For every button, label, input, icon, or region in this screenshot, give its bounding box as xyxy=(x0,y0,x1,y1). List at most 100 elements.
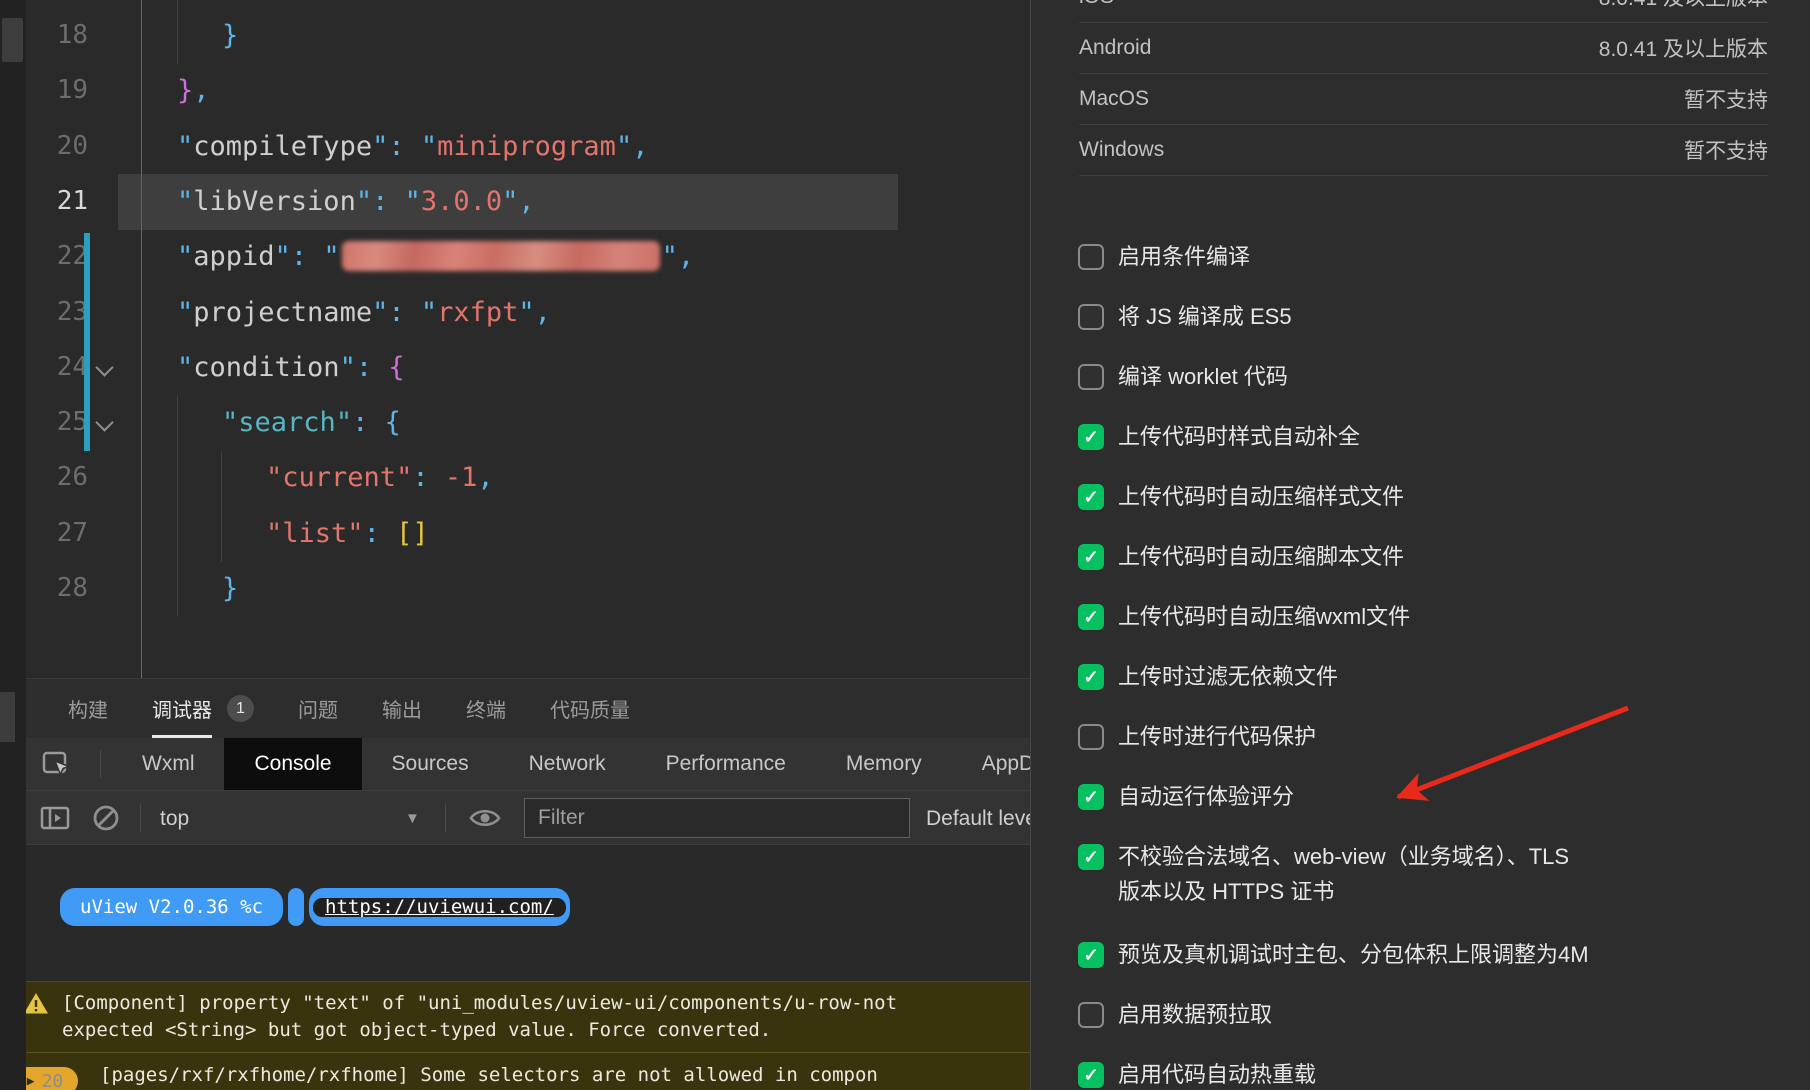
devtools-tab-console[interactable]: Console xyxy=(224,738,362,790)
checkbox[interactable]: ✓ xyxy=(1078,664,1104,690)
support-table-row: Windows 暂不支持 xyxy=(1079,125,1768,176)
code-token: " xyxy=(372,130,389,162)
clear-console-icon[interactable] xyxy=(92,804,120,832)
code-token: : xyxy=(372,185,405,217)
code-token: { xyxy=(388,351,405,383)
code-token: : xyxy=(290,241,324,273)
redacted-appid-value xyxy=(341,241,660,272)
toolbar-divider xyxy=(445,804,446,832)
bottom-tab-调试器[interactable]: 调试器 1 xyxy=(152,679,254,738)
code-token: , xyxy=(677,241,695,273)
code-token: " xyxy=(372,296,389,328)
option-label: 上传代码时自动压缩样式文件 xyxy=(1118,484,1405,509)
bottom-tab-问题[interactable]: 问题 xyxy=(298,679,338,738)
bottom-tab-输出[interactable]: 输出 xyxy=(382,679,422,738)
option-label: 版本以及 HTTPS 证书 xyxy=(1118,879,1335,904)
checkbox[interactable]: ✓ xyxy=(1078,1062,1104,1088)
code-text: "appid": " ", xyxy=(0,229,1030,284)
checkbox[interactable] xyxy=(1078,244,1104,270)
code-token: " xyxy=(661,241,678,273)
option-label: 上传时进行代码保护 xyxy=(1118,724,1317,749)
devtools-tab-sources[interactable]: Sources xyxy=(362,738,499,790)
platform-support-value: 8.0.41 及以上版本 xyxy=(1598,38,1768,61)
code-token: condition xyxy=(193,351,340,383)
code-token: " xyxy=(177,241,194,273)
code-token: : xyxy=(388,130,421,162)
code-token: , xyxy=(477,462,494,494)
platform-support-table: iOS 8.0.41 及以上版本 Android 8.0.41 及以上版本 MacOS 暂… xyxy=(1031,0,1810,176)
project-settings-panel: iOS 8.0.41 及以上版本 Android 8.0.41 及以上版本 MacOS 暂… xyxy=(1030,0,1810,1090)
inspect-element-icon[interactable] xyxy=(40,748,72,780)
devtools-tab-memory[interactable]: Memory xyxy=(816,738,952,790)
code-line[interactable]: 27 "list": [] xyxy=(0,506,1030,561)
code-token: -1 xyxy=(444,462,478,494)
log-level-selector[interactable]: Default levels xyxy=(926,791,1030,846)
bottom-tab-label: 调试器 xyxy=(152,679,212,738)
filter-input[interactable] xyxy=(524,798,910,838)
bottom-tab-代码质量[interactable]: 代码质量 xyxy=(550,679,630,738)
bottom-tab-label: 代码质量 xyxy=(550,700,630,722)
console-warning-message[interactable]: ▶ 20 [pages/rxf/rxfhome/rxfhome] Some sele… xyxy=(0,1053,1030,1090)
code-token: " xyxy=(502,185,519,217)
bottom-panel-tabbar: 构建 调试器 1 问题 输出 终端 代码质量 xyxy=(0,678,1030,738)
devtools-tab-appdata[interactable]: AppData xyxy=(952,738,1030,790)
code-line[interactable]: 21 "libVersion": "3.0.0", xyxy=(0,174,1030,229)
code-line[interactable]: 23 "projectname": "rxfpt", xyxy=(0,285,1030,340)
checkbox[interactable] xyxy=(1078,304,1104,330)
option-label: 启用数据预拉取 xyxy=(1118,1002,1273,1027)
checkbox[interactable] xyxy=(1078,1002,1104,1028)
eye-icon[interactable] xyxy=(468,806,502,830)
code-token: " xyxy=(177,351,194,383)
checkbox[interactable]: ✓ xyxy=(1078,784,1104,810)
scrollbar-thumb[interactable] xyxy=(0,692,15,742)
chevron-down-icon[interactable]: ▼ xyxy=(405,791,420,846)
code-text: "projectname": "rxfpt", xyxy=(0,285,1030,340)
code-editor[interactable]: 18} 19}, 20 "compileType": "miniprogram", 21… xyxy=(0,0,1030,678)
bottom-tab-构建[interactable]: 构建 xyxy=(68,679,108,738)
code-token: } xyxy=(222,573,239,604)
code-line[interactable]: 25 "search": { xyxy=(0,395,1030,450)
checkbox[interactable]: ✓ xyxy=(1078,424,1104,450)
console-warning-message[interactable]: [Component] property "text" of "uni_modu… xyxy=(0,982,1030,1053)
code-token: 3.0.0 xyxy=(420,185,503,217)
checkbox[interactable]: ✓ xyxy=(1078,484,1104,510)
bottom-tab-label: 输出 xyxy=(382,700,422,722)
code-line[interactable]: 20 "compileType": "miniprogram", xyxy=(0,119,1030,174)
checkbox[interactable]: ✓ xyxy=(1078,942,1104,968)
checkbox[interactable]: ✓ xyxy=(1078,604,1104,630)
uview-link[interactable]: https://uviewui.com/ xyxy=(325,896,554,918)
checkbox[interactable]: ✓ xyxy=(1078,844,1104,870)
code-line[interactable]: 18} xyxy=(0,8,1030,63)
platform-label: Windows xyxy=(1079,138,1165,161)
devtools-tab-wxml[interactable]: Wxml xyxy=(112,738,224,790)
bottom-tab-label: 构建 xyxy=(68,700,108,722)
code-line[interactable]: 22 "appid": " ", xyxy=(0,229,1030,284)
editor-debugger-pane: 18} 19}, 20 "compileType": "miniprogram", 21… xyxy=(0,0,1030,1090)
checkbox[interactable] xyxy=(1078,364,1104,390)
left-edge-strip xyxy=(0,0,26,1090)
expand-triangle-icon[interactable]: ▶ xyxy=(27,1074,35,1089)
code-line[interactable]: 24 "condition": { xyxy=(0,340,1030,395)
bottom-tab-终端[interactable]: 终端 xyxy=(466,679,506,738)
console-log-uview-banner: uView V2.0.36 %c https://uviewui.com/ xyxy=(0,845,1030,982)
warning-text: [pages/rxf/rxfhome/rxfhome] Some selecto… xyxy=(100,1061,878,1090)
code-text: } xyxy=(0,561,1030,616)
checkbox[interactable]: ✓ xyxy=(1078,544,1104,570)
devtools-tab-performance[interactable]: Performance xyxy=(636,738,816,790)
devtools-tab-network[interactable]: Network xyxy=(499,738,636,790)
code-token: " xyxy=(274,241,291,273)
code-line[interactable]: 19}, xyxy=(0,63,1030,118)
option-label: 预览及真机调试时主包、分包体积上限调整为4M xyxy=(1118,942,1589,967)
context-selector[interactable]: top xyxy=(160,791,189,846)
platform-support-value: 8.0.41 及以上版本 xyxy=(1599,0,1768,12)
scrollbar-thumb[interactable] xyxy=(2,18,23,62)
code-line[interactable]: 28} xyxy=(0,561,1030,616)
code-token: list xyxy=(282,517,348,549)
code-text: "compileType": "miniprogram", xyxy=(0,119,1030,174)
toolbar-divider xyxy=(100,750,101,778)
code-token: libVersion xyxy=(193,185,356,217)
code-line[interactable]: 26 "current": -1, xyxy=(0,450,1030,505)
option-label: 上传代码时自动压缩wxml文件 xyxy=(1118,604,1411,629)
sidebar-toggle-icon[interactable] xyxy=(40,805,70,831)
checkbox[interactable] xyxy=(1078,724,1104,750)
